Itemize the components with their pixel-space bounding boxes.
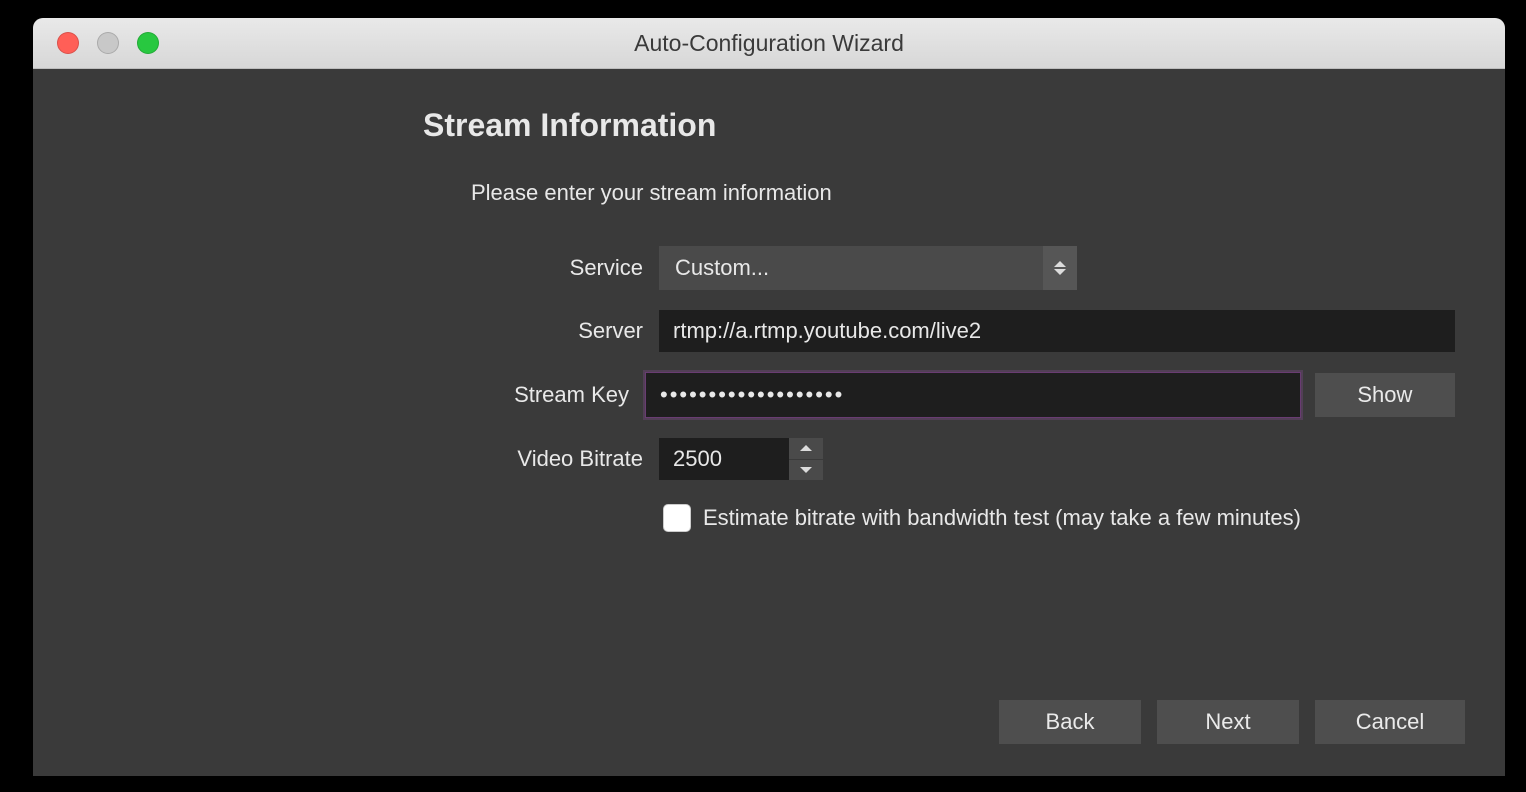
stepper-buttons [789, 438, 823, 480]
chevron-down-icon [800, 467, 812, 473]
bitrate-input[interactable] [659, 438, 789, 480]
maximize-icon[interactable] [137, 32, 159, 54]
show-button[interactable]: Show [1315, 373, 1455, 417]
service-value: Custom... [675, 255, 769, 281]
bitrate-label: Video Bitrate [83, 446, 659, 472]
page-heading: Stream Information [423, 107, 1455, 144]
service-row: Service Custom... [83, 246, 1455, 290]
cancel-button[interactable]: Cancel [1315, 700, 1465, 744]
estimate-checkbox[interactable] [663, 504, 691, 532]
service-label: Service [83, 255, 659, 281]
server-label: Server [83, 318, 659, 344]
window-title: Auto-Configuration Wizard [33, 30, 1505, 57]
stream-key-row: Stream Key Show [83, 372, 1455, 418]
content: Stream Information Please enter your str… [33, 69, 1505, 532]
footer-buttons: Back Next Cancel [999, 700, 1465, 744]
wizard-dialog: Auto-Configuration Wizard Stream Informa… [33, 18, 1505, 776]
stepper-down-button[interactable] [789, 460, 823, 481]
page-subheading: Please enter your stream information [471, 180, 1455, 206]
server-input[interactable] [659, 310, 1455, 352]
estimate-label: Estimate bitrate with bandwidth test (ma… [703, 505, 1301, 531]
stream-key-label: Stream Key [83, 382, 645, 408]
stream-key-input[interactable] [645, 372, 1301, 418]
stepper-up-button[interactable] [789, 438, 823, 460]
estimate-row: Estimate bitrate with bandwidth test (ma… [663, 504, 1455, 532]
stream-form: Service Custom... Server Stream Key Sho [83, 246, 1455, 532]
chevron-up-icon [800, 445, 812, 451]
next-button[interactable]: Next [1157, 700, 1299, 744]
back-button[interactable]: Back [999, 700, 1141, 744]
titlebar: Auto-Configuration Wizard [33, 18, 1505, 69]
server-row: Server [83, 310, 1455, 352]
bitrate-row: Video Bitrate [83, 438, 1455, 480]
window-controls [33, 32, 159, 54]
minimize-icon[interactable] [97, 32, 119, 54]
service-dropdown[interactable]: Custom... [659, 246, 1077, 290]
close-icon[interactable] [57, 32, 79, 54]
updown-icon [1043, 246, 1077, 290]
bitrate-stepper [659, 438, 823, 480]
